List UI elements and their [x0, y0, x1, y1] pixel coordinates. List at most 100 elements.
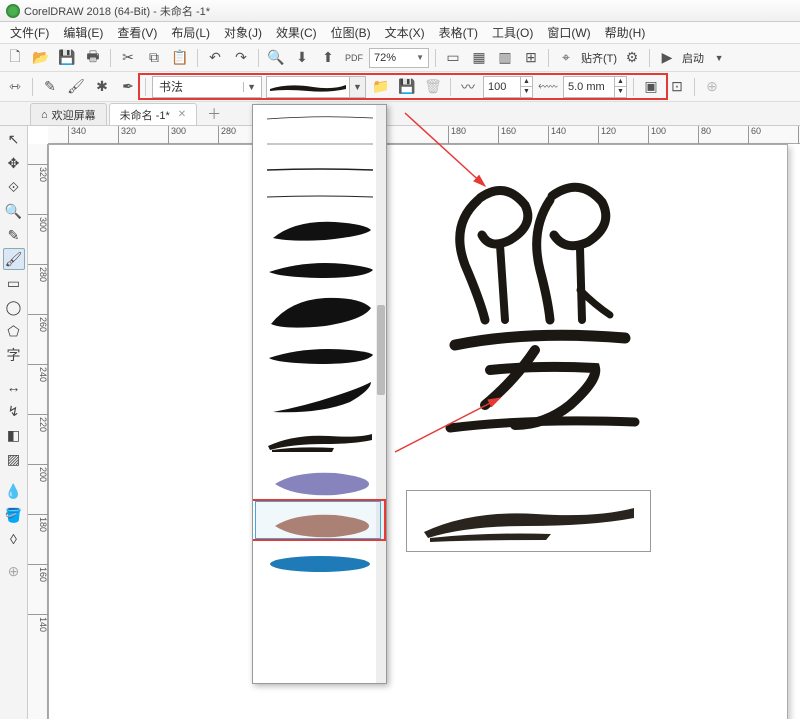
freehand-tool-icon[interactable]: ✎ [3, 224, 25, 246]
grid-button[interactable]: ▥ [494, 47, 516, 69]
stroke-item[interactable] [253, 131, 386, 157]
menu-layout[interactable]: 布局(L) [165, 22, 216, 43]
outline-tool-icon[interactable]: ◊ [3, 528, 25, 550]
pick-tool-icon[interactable]: ↖ [3, 128, 25, 150]
menu-edit[interactable]: 编辑(E) [57, 22, 109, 43]
fill-tool-icon[interactable]: 🪣 [3, 504, 25, 526]
pdf-button[interactable]: PDF [343, 47, 365, 69]
zoom-combo[interactable]: 72% ▼ [369, 48, 429, 68]
stroke-item[interactable] [253, 183, 386, 209]
app-logo-icon [6, 4, 20, 18]
ruler-vertical[interactable]: 320 300 280 260 240 220 200 180 160 140 [28, 144, 48, 719]
stroke-item-selected[interactable] [253, 421, 386, 463]
save-brush-icon[interactable]: 💾 [396, 76, 418, 98]
zoom-tool-icon[interactable]: 🔍 [3, 200, 25, 222]
quick-custom-icon[interactable]: ⊕ [701, 76, 723, 98]
drop-shadow-tool-icon[interactable]: ◧ [3, 424, 25, 446]
smoothing-spin[interactable]: 100 ▲▼ [483, 76, 533, 98]
bounding-box-icon[interactable]: ▣ [640, 76, 662, 98]
scrollbar-thumb[interactable] [377, 305, 385, 395]
dimension-tool-icon[interactable]: ↔ [3, 376, 25, 398]
category-combo[interactable]: 书法 ▼ [152, 76, 262, 98]
spin-down-icon[interactable]: ▼ [615, 87, 626, 97]
sprayer-tool-icon[interactable]: ✱ [91, 76, 113, 98]
print-button[interactable]: 🖶 [82, 47, 104, 69]
launch-label[interactable]: 启动 [682, 50, 704, 66]
export-button[interactable]: ⬆ [317, 47, 339, 69]
stroke-item[interactable] [253, 157, 386, 183]
launch-icon[interactable]: ▶ [656, 47, 678, 69]
menu-tools[interactable]: 工具(O) [486, 22, 539, 43]
folder-icon[interactable]: 📁 [370, 76, 392, 98]
ellipse-tool-icon[interactable]: ◯ [3, 296, 25, 318]
menu-text[interactable]: 文本(X) [379, 22, 431, 43]
paste-button[interactable]: 📋 [169, 47, 191, 69]
chevron-down-icon[interactable]: ▼ [349, 77, 365, 97]
spin-down-icon[interactable]: ▼ [521, 87, 532, 97]
undo-button[interactable]: ↶ [204, 47, 226, 69]
import-button[interactable]: ⬇ [291, 47, 313, 69]
transparency-tool-icon[interactable]: ▨ [3, 448, 25, 470]
spin-up-icon[interactable]: ▲ [521, 77, 532, 88]
new-doc-button[interactable]: 🗋 [4, 47, 26, 69]
menu-help[interactable]: 帮助(H) [599, 22, 652, 43]
ruler-tick: 220 [28, 414, 48, 432]
stroke-item[interactable] [253, 289, 386, 335]
menu-table[interactable]: 表格(T) [433, 22, 484, 43]
calligraphic-tool-icon[interactable]: ✒ [117, 76, 139, 98]
stroke-item[interactable] [253, 105, 386, 131]
brush-stroke-combo[interactable]: ▼ [266, 76, 366, 98]
snap-label[interactable]: 贴齐(T) [581, 50, 617, 66]
eyedropper-tool-icon[interactable]: 💧 [3, 480, 25, 502]
stroke-item[interactable] [253, 249, 386, 289]
scale-stroke-icon[interactable]: ⊡ [666, 76, 688, 98]
tab-document[interactable]: 未命名 -1* ✕ [109, 103, 198, 125]
guides-button[interactable]: ⊞ [520, 47, 542, 69]
polygon-tool-icon[interactable]: ⬠ [3, 320, 25, 342]
brush-stroke-dropdown[interactable] [252, 104, 387, 684]
rectangle-tool-icon[interactable]: ▭ [3, 272, 25, 294]
mirror-h-icon[interactable]: ⇿ [4, 76, 26, 98]
add-tool-icon[interactable]: ⊕ [3, 560, 25, 582]
menu-object[interactable]: 对象(J) [218, 22, 268, 43]
separator [435, 49, 436, 67]
menu-window[interactable]: 窗口(W) [541, 22, 596, 43]
menu-bitmap[interactable]: 位图(B) [325, 22, 377, 43]
crop-tool-icon[interactable]: ⟐ [3, 176, 25, 198]
text-tool-icon[interactable]: 字 [3, 344, 25, 366]
menu-view[interactable]: 查看(V) [111, 22, 163, 43]
search-button[interactable]: 🔍 [265, 47, 287, 69]
chevron-down-icon[interactable]: ▼ [708, 47, 730, 69]
menu-effects[interactable]: 效果(C) [270, 22, 323, 43]
brush-tool-icon[interactable]: 🖌 [65, 76, 87, 98]
ruler-horizontal[interactable]: 340 320 300 280 260 180 160 140 120 100 … [48, 126, 800, 144]
add-tab-button[interactable]: ＋ [203, 103, 225, 125]
preset-tool-icon[interactable]: ✎ [39, 76, 61, 98]
spin-up-icon[interactable]: ▲ [615, 77, 626, 88]
artistic-media-tool-icon[interactable]: 🖌 [3, 248, 25, 270]
stroke-item[interactable] [253, 375, 386, 421]
tab-welcome[interactable]: ⌂ 欢迎屏幕 [30, 103, 107, 125]
close-icon[interactable]: ✕ [178, 109, 186, 120]
fullscreen-button[interactable]: ▭ [442, 47, 464, 69]
canvas-page[interactable] [48, 144, 800, 719]
trash-icon[interactable]: 🗑 [422, 76, 444, 98]
shape-tool-icon[interactable]: ✥ [3, 152, 25, 174]
stroke-width-spin[interactable]: 5.0 mm ▲▼ [563, 76, 627, 98]
stroke-item[interactable] [253, 209, 386, 249]
smoothing-value: 100 [488, 81, 506, 93]
options-button[interactable]: ⚙ [621, 47, 643, 69]
cut-button[interactable]: ✂ [117, 47, 139, 69]
save-button[interactable]: 💾 [56, 47, 78, 69]
copy-button[interactable]: ⧉ [143, 47, 165, 69]
menu-file[interactable]: 文件(F) [4, 22, 55, 43]
open-button[interactable]: 📂 [30, 47, 52, 69]
stroke-item[interactable] [253, 335, 386, 375]
stroke-item[interactable] [253, 547, 386, 581]
snap-icon[interactable]: ⌖ [555, 47, 577, 69]
dropdown-scrollbar[interactable] [376, 105, 386, 683]
separator [197, 49, 198, 67]
show-rulers-button[interactable]: ▦ [468, 47, 490, 69]
connector-tool-icon[interactable]: ↯ [3, 400, 25, 422]
redo-button[interactable]: ↷ [230, 47, 252, 69]
